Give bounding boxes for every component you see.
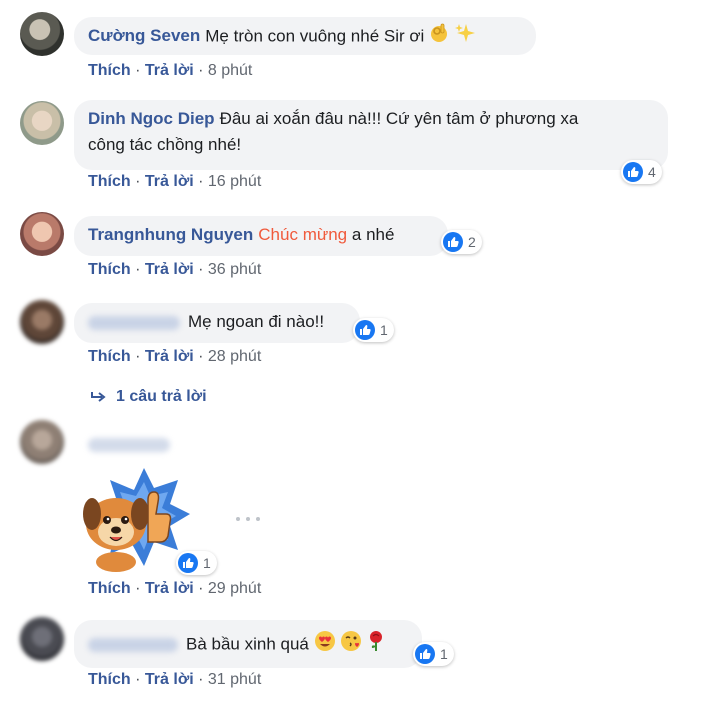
separator: ·: [135, 580, 141, 597]
blurred-author-name[interactable]: [88, 438, 170, 452]
comment-time[interactable]: 16 phút: [208, 173, 261, 190]
like-reaction-icon: [623, 162, 643, 182]
reaction-number: 1: [203, 555, 211, 571]
reaction-count[interactable]: 4: [621, 160, 662, 184]
comment-text-line2: công tác chồng nhé!: [88, 135, 242, 154]
replies-count-label: 1 câu trả lời: [116, 388, 207, 405]
comment-bubble: Mẹ ngoan đi nào!!: [74, 303, 360, 343]
comment-bubble: Dinh Ngoc Diep Đâu ai xoắn đâu nà!!! Cứ y…: [74, 100, 668, 170]
comment-text: a nhé: [351, 225, 395, 244]
comment-text: Mẹ tròn con vuông nhé Sir ơi: [205, 26, 425, 46]
comment-time[interactable]: 29 phút: [208, 580, 261, 597]
like-reaction-icon: [355, 320, 375, 340]
comment-author[interactable]: Trangnhung Nguyen: [88, 225, 253, 244]
separator: ·: [135, 671, 141, 688]
separator: ·: [135, 348, 141, 365]
separator: ·: [198, 671, 204, 688]
comment-text: Mẹ ngoan đi nào!!: [188, 312, 325, 331]
separator: ·: [198, 580, 204, 597]
comment-actions: Thích · Trả lời · 29 phút: [88, 580, 261, 598]
like-link[interactable]: Thích: [88, 62, 131, 79]
comment-bubble: Cường Seven Mẹ tròn con vuông nhé Sir ơi: [74, 17, 536, 55]
comment-actions: Thích · Trả lời · 31 phút: [88, 671, 261, 689]
avatar[interactable]: [20, 101, 64, 145]
like-reaction-icon: [415, 644, 435, 664]
rose-icon: [367, 630, 385, 660]
reaction-number: 4: [648, 164, 656, 180]
separator: ·: [135, 261, 141, 278]
comment-bubble: Trangnhung Nguyen Chúc mừng a nhé: [74, 216, 448, 256]
comment-actions: Thích · Trả lời · 28 phút: [88, 348, 261, 366]
comment-highlight-text: Chúc mừng: [258, 225, 348, 244]
comment-time[interactable]: 8 phút: [208, 62, 252, 79]
reply-link[interactable]: Trả lời: [145, 348, 194, 365]
reply-link[interactable]: Trả lời: [145, 62, 194, 79]
separator: ·: [135, 62, 141, 79]
reply-link[interactable]: Trả lời: [145, 671, 194, 688]
like-link[interactable]: Thích: [88, 580, 131, 597]
avatar[interactable]: [20, 420, 64, 464]
separator: ·: [198, 261, 204, 278]
reaction-number: 2: [468, 234, 476, 250]
blurred-author-name[interactable]: [88, 638, 178, 652]
reply-link[interactable]: Trả lời: [145, 173, 194, 190]
blurred-author-name[interactable]: [88, 315, 180, 330]
sparkles-icon: [454, 22, 476, 52]
separator: ·: [198, 62, 204, 79]
like-link[interactable]: Thích: [88, 348, 131, 365]
reaction-number: 1: [440, 646, 448, 662]
comment-actions: Thích · Trả lời · 36 phút: [88, 261, 261, 279]
reaction-count[interactable]: 1: [413, 642, 454, 666]
avatar[interactable]: [20, 12, 64, 56]
like-reaction-icon: [443, 232, 463, 252]
kissing-face-icon: [340, 630, 362, 660]
comment-time[interactable]: 31 phút: [208, 671, 261, 688]
reaction-count[interactable]: 1: [353, 318, 394, 342]
view-replies-link[interactable]: 1 câu trả lời: [90, 388, 207, 406]
like-link[interactable]: Thích: [88, 671, 131, 688]
comment-text: Đâu ai xoắn đâu nà!!! Cứ yên tâm ở phươn…: [219, 109, 579, 128]
reaction-count[interactable]: 2: [441, 230, 482, 254]
puppy-thumbs-up-sticker[interactable]: [74, 462, 192, 574]
comment-time[interactable]: 28 phút: [208, 348, 261, 365]
separator: ·: [198, 348, 204, 365]
comment-time[interactable]: 36 phút: [208, 261, 261, 278]
more-options-icon[interactable]: [236, 517, 260, 523]
avatar[interactable]: [20, 617, 64, 661]
reply-link[interactable]: Trả lời: [145, 580, 194, 597]
comment-author[interactable]: Dinh Ngoc Diep: [88, 109, 215, 128]
reaction-number: 1: [380, 322, 388, 338]
comment-author[interactable]: Cường Seven: [88, 26, 200, 45]
ok-hand-icon: [429, 22, 449, 52]
comment-bubble: Bà bầu xinh quá: [74, 620, 422, 668]
comment-actions: Thích · Trả lời · 16 phút: [88, 173, 261, 191]
like-reaction-icon: [178, 553, 198, 573]
like-link[interactable]: Thích: [88, 173, 131, 190]
avatar[interactable]: [20, 212, 64, 256]
reply-link[interactable]: Trả lời: [145, 261, 194, 278]
separator: ·: [198, 173, 204, 190]
comment-actions: Thích · Trả lời · 8 phút: [88, 62, 252, 80]
like-link[interactable]: Thích: [88, 261, 131, 278]
avatar[interactable]: [20, 300, 64, 344]
separator: ·: [135, 173, 141, 190]
reaction-count[interactable]: 1: [176, 551, 217, 575]
heart-eyes-icon: [314, 630, 336, 660]
reply-arrow-icon: [91, 392, 106, 402]
comment-text: Bà bầu xinh quá: [186, 634, 309, 654]
